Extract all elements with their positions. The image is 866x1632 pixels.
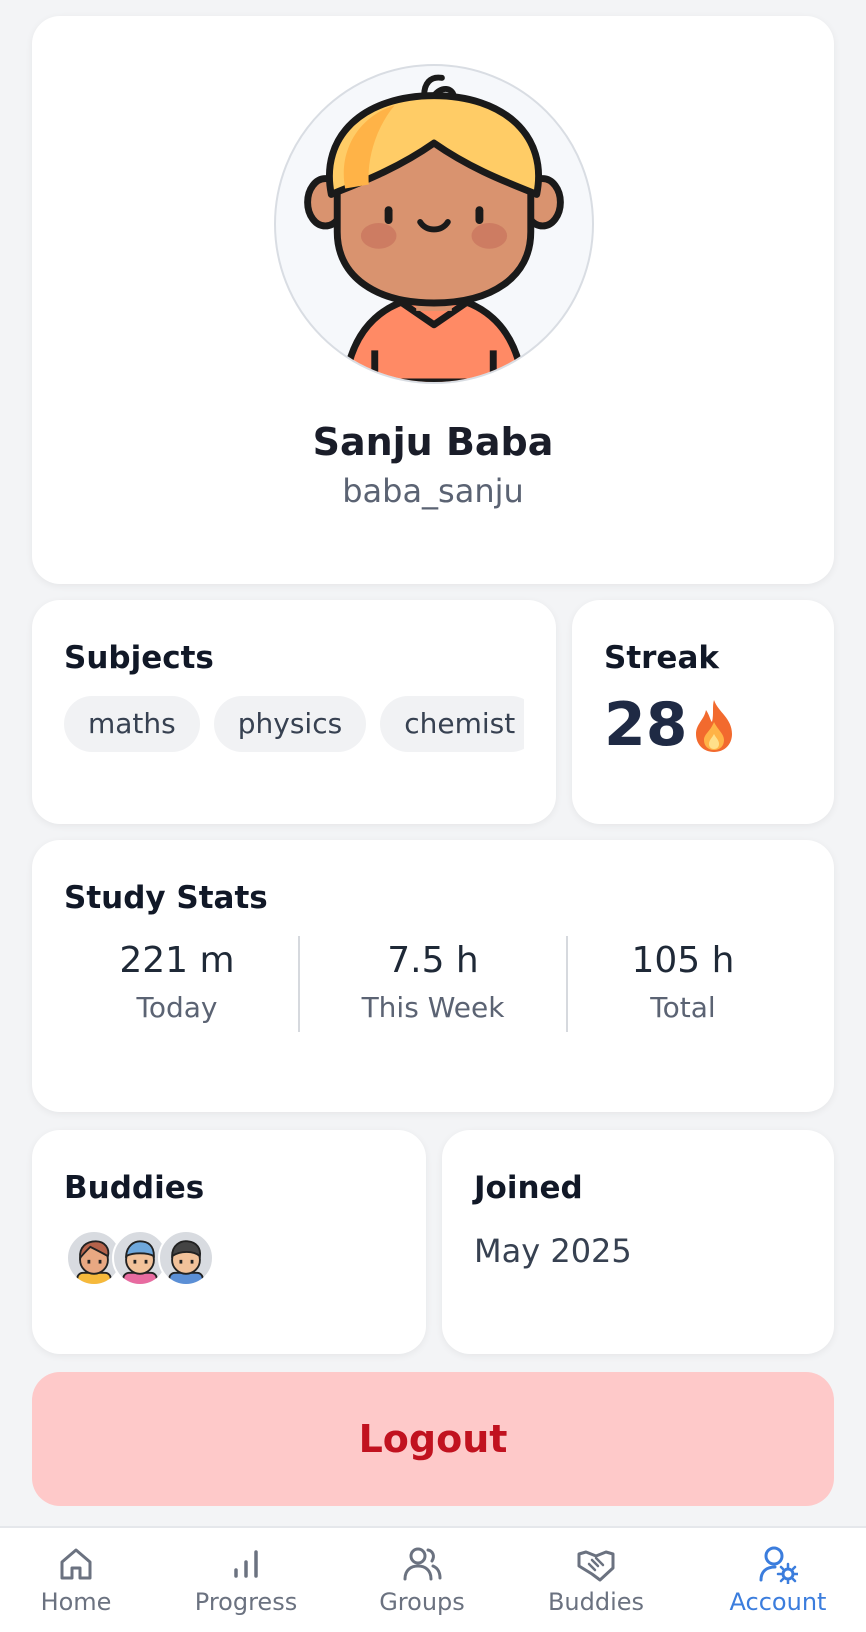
bottom-navigation: Home Progress Groups Buddies Account xyxy=(0,1526,866,1632)
fire-icon xyxy=(696,700,732,752)
subjects-chip-list[interactable]: maths physics chemist xyxy=(64,696,524,754)
subject-chip[interactable]: chemist xyxy=(380,696,524,752)
nav-buddies[interactable]: Buddies xyxy=(528,1528,664,1632)
profile-name: Sanju Baba xyxy=(312,420,554,464)
profile-card: Sanju Baba baba_sanju xyxy=(32,16,834,584)
profile-avatar[interactable] xyxy=(274,64,594,384)
streak-count: 28 xyxy=(604,690,688,760)
subject-chip[interactable]: maths xyxy=(64,696,200,752)
joined-title: Joined xyxy=(474,1170,583,1206)
streak-card: Streak 28 xyxy=(572,600,834,824)
subjects-title: Subjects xyxy=(64,640,214,676)
bar-chart-icon xyxy=(234,1550,258,1578)
users-icon xyxy=(403,1547,442,1581)
home-icon xyxy=(60,1548,92,1580)
joined-date: May 2025 xyxy=(474,1232,632,1270)
nav-home[interactable]: Home xyxy=(16,1528,136,1632)
nav-label: Account xyxy=(729,1588,827,1616)
handshake-icon xyxy=(577,1550,615,1582)
stat-today: 221 m Today xyxy=(57,940,297,1024)
stat-label: This Week xyxy=(361,991,505,1024)
nav-label: Home xyxy=(40,1588,112,1616)
nav-groups[interactable]: Groups xyxy=(356,1528,488,1632)
nav-label: Groups xyxy=(379,1588,465,1616)
stat-value: 105 h xyxy=(631,940,735,981)
user-settings-icon xyxy=(759,1546,798,1584)
buddy-avatar[interactable] xyxy=(158,1230,214,1286)
buddies-card[interactable]: Buddies xyxy=(32,1130,426,1354)
profile-username: baba_sanju xyxy=(342,472,524,510)
subject-chip[interactable]: physics xyxy=(213,696,367,752)
nav-label: Progress xyxy=(194,1588,298,1616)
stat-label: Today xyxy=(136,991,218,1024)
study-stats-card: Study Stats 221 m Today 7.5 h This Week … xyxy=(32,840,834,1112)
stat-divider xyxy=(298,936,300,1032)
stat-total: 105 h Total xyxy=(563,940,803,1024)
boy-avatar-illustration xyxy=(304,74,564,382)
stat-label: Total xyxy=(650,991,716,1024)
nav-label: Buddies xyxy=(547,1588,645,1616)
subjects-card: Subjects maths physics chemist xyxy=(32,600,556,824)
study-stats-title: Study Stats xyxy=(64,880,268,916)
joined-card: Joined May 2025 xyxy=(442,1130,834,1354)
buddies-title: Buddies xyxy=(64,1170,205,1206)
nav-account[interactable]: Account xyxy=(714,1528,842,1632)
streak-title: Streak xyxy=(604,640,719,676)
stat-value: 7.5 h xyxy=(387,940,479,981)
nav-progress[interactable]: Progress xyxy=(176,1528,316,1632)
logout-button[interactable]: Logout xyxy=(32,1372,834,1506)
stat-this-week: 7.5 h This Week xyxy=(313,940,553,1024)
stat-value: 221 m xyxy=(119,940,235,981)
